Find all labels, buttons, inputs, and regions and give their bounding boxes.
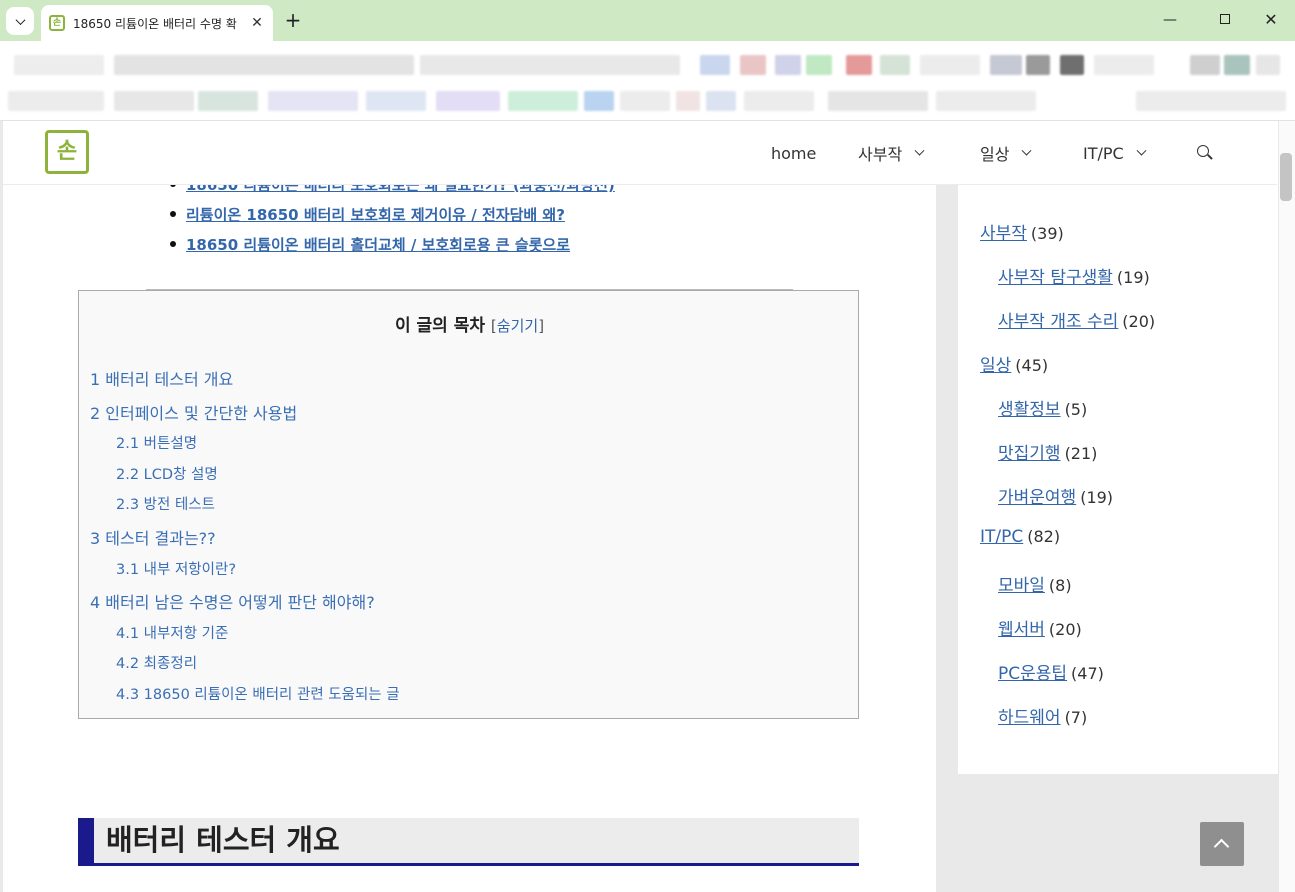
toc-item[interactable]: 3 테스터 결과는?? [90,525,216,549]
toc-subitem[interactable]: 2.3 방전 테스트 [116,493,215,514]
category-count: (19) [1080,488,1114,507]
category-count: (82) [1027,527,1061,546]
sidebar-category[interactable]: 사부작 (39) [980,219,1064,244]
category-link[interactable]: 하드웨어 [998,708,1061,728]
site-favicon-icon: 손 [49,15,65,31]
category-count: (20) [1048,620,1082,639]
toc-subitem[interactable]: 2.2 LCD창 설명 [116,463,218,484]
window-close-button[interactable]: ✕ [1261,9,1281,31]
category-link[interactable]: 일상 [980,356,1011,376]
sidebar-subcategory[interactable]: 가벼운여행 (19) [998,483,1113,508]
category-link[interactable]: 사부작 탐구생활 [998,268,1113,288]
toc-bracket-close: ] [538,317,545,335]
tab-close-icon[interactable]: ✕ [249,15,265,31]
sidebar-category[interactable]: 일상 (45) [980,351,1048,376]
window-maximize-button[interactable] [1215,9,1235,31]
sidebar-subcategory[interactable]: 맛집기행 (21) [998,439,1097,464]
search-icon[interactable] [1196,144,1214,162]
toc-hide-toggle[interactable]: 숨기기 [497,317,538,335]
category-count: (47) [1071,664,1104,683]
related-post-link[interactable]: 리튬이온 18650 배터리 보호회로 제거이유 / 전자담배 왜? [170,204,565,225]
sidebar-subcategory[interactable]: 생활정보 (5) [998,395,1087,420]
back-to-top-button[interactable] [1200,822,1244,866]
category-link[interactable]: 생활정보 [998,400,1061,420]
tab-search-button[interactable] [6,7,34,35]
sidebar-subcategory[interactable]: 사부작 탐구생활 (19) [998,263,1150,288]
page-scrollbar[interactable] [1279,121,1295,892]
category-link[interactable]: 맛집기행 [998,444,1061,464]
chevron-down-icon [914,145,925,156]
toc-subitem[interactable]: 4.1 내부저항 기준 [116,622,228,643]
category-count: (20) [1122,312,1156,331]
browser-tab-active[interactable]: 손 18650 리튬이온 배터리 수명 확 ✕ [41,5,273,41]
toc-subitem[interactable]: 3.1 내부 저항이란? [116,558,236,579]
sidebar-subcategory[interactable]: 모바일 (8) [998,571,1072,596]
category-count: (7) [1064,708,1088,727]
sidebar-subcategory[interactable]: PC운용팁 (47) [998,659,1104,684]
site-header: 손 home 사부작 일상 IT/PC [3,121,1277,185]
category-count: (8) [1048,576,1072,595]
site-logo[interactable]: 손 [45,130,89,174]
sidebar-category[interactable]: IT/PC (82) [980,527,1060,547]
category-link[interactable]: PC운용팁 [998,664,1067,684]
nav-item-ilsang[interactable]: 일상 [980,121,1032,185]
category-link[interactable]: 웹서버 [998,620,1045,640]
sidebar-subcategory[interactable]: 웹서버 (20) [998,615,1082,640]
nav-item-home[interactable]: home [771,121,816,185]
category-link[interactable]: IT/PC [980,527,1023,547]
category-link[interactable]: 모바일 [998,576,1045,596]
category-count: (21) [1064,444,1098,463]
category-count: (19) [1116,268,1150,287]
toc-item[interactable]: 4 배터리 남은 수명은 어떻게 판단 해야해? [90,589,375,613]
chevron-down-icon [15,14,25,25]
toc-item[interactable]: 1 배터리 테스터 개요 [90,366,233,390]
related-post-link[interactable]: 18650 리튬이온 배터리 홀더교체 / 보호회로용 큰 슬롯으로 [169,234,570,255]
toc-item[interactable]: 2 인터페이스 및 간단한 사용법 [90,400,297,424]
nav-item-sabujak[interactable]: 사부작 [858,121,925,185]
sidebar-subcategory[interactable]: 사부작 개조 수리 (20) [998,307,1155,332]
maximize-icon [1220,14,1230,24]
tab-title: 18650 리튬이온 배터리 수명 확 [73,16,237,31]
nav-label: 사부작 [858,145,903,164]
category-link[interactable]: 사부작 [980,224,1027,244]
web-page: 18650 리튬이온 배터리 보호회로는 왜 필요한가? (과충전/과방전) 리… [0,121,1295,892]
new-tab-button[interactable]: + [282,8,304,32]
category-count: (5) [1064,400,1088,419]
nav-label: 일상 [980,145,1010,164]
sidebar-subcategory[interactable]: 하드웨어 (7) [998,703,1087,728]
category-link[interactable]: 가벼운여행 [998,488,1076,508]
toc-header: 이 글의 목차 [숨기기] [79,311,860,336]
category-count: (45) [1015,356,1049,375]
nav-item-itpc[interactable]: IT/PC [1083,121,1147,185]
toc-title: 이 글의 목차 [394,316,485,336]
scrollbar-thumb[interactable] [1280,153,1292,201]
table-of-contents: 이 글의 목차 [숨기기] 1 배터리 테스터 개요 2 인터페이스 및 간단한… [78,290,859,719]
section-heading: 배터리 테스터 개요 [78,818,859,866]
category-link[interactable]: 사부작 개조 수리 [998,312,1118,332]
browser-tab-bar: 손 18650 리튬이온 배터리 수명 확 ✕ + — ✕ [0,0,1295,41]
toc-subitem[interactable]: 4.3 18650 리튬이온 배터리 관련 도움되는 글 [116,683,400,704]
toc-subitem[interactable]: 2.1 버튼설명 [116,432,197,453]
arrow-up-icon [1213,838,1230,855]
category-count: (39) [1030,224,1064,243]
chevron-down-icon [1022,145,1032,156]
toc-subitem[interactable]: 4.2 최종정리 [116,652,197,673]
nav-label: IT/PC [1083,143,1124,163]
window-minimize-button[interactable]: — [1160,9,1180,31]
chevron-down-icon [1136,145,1147,156]
browser-toolbar-blurred [0,41,1295,121]
